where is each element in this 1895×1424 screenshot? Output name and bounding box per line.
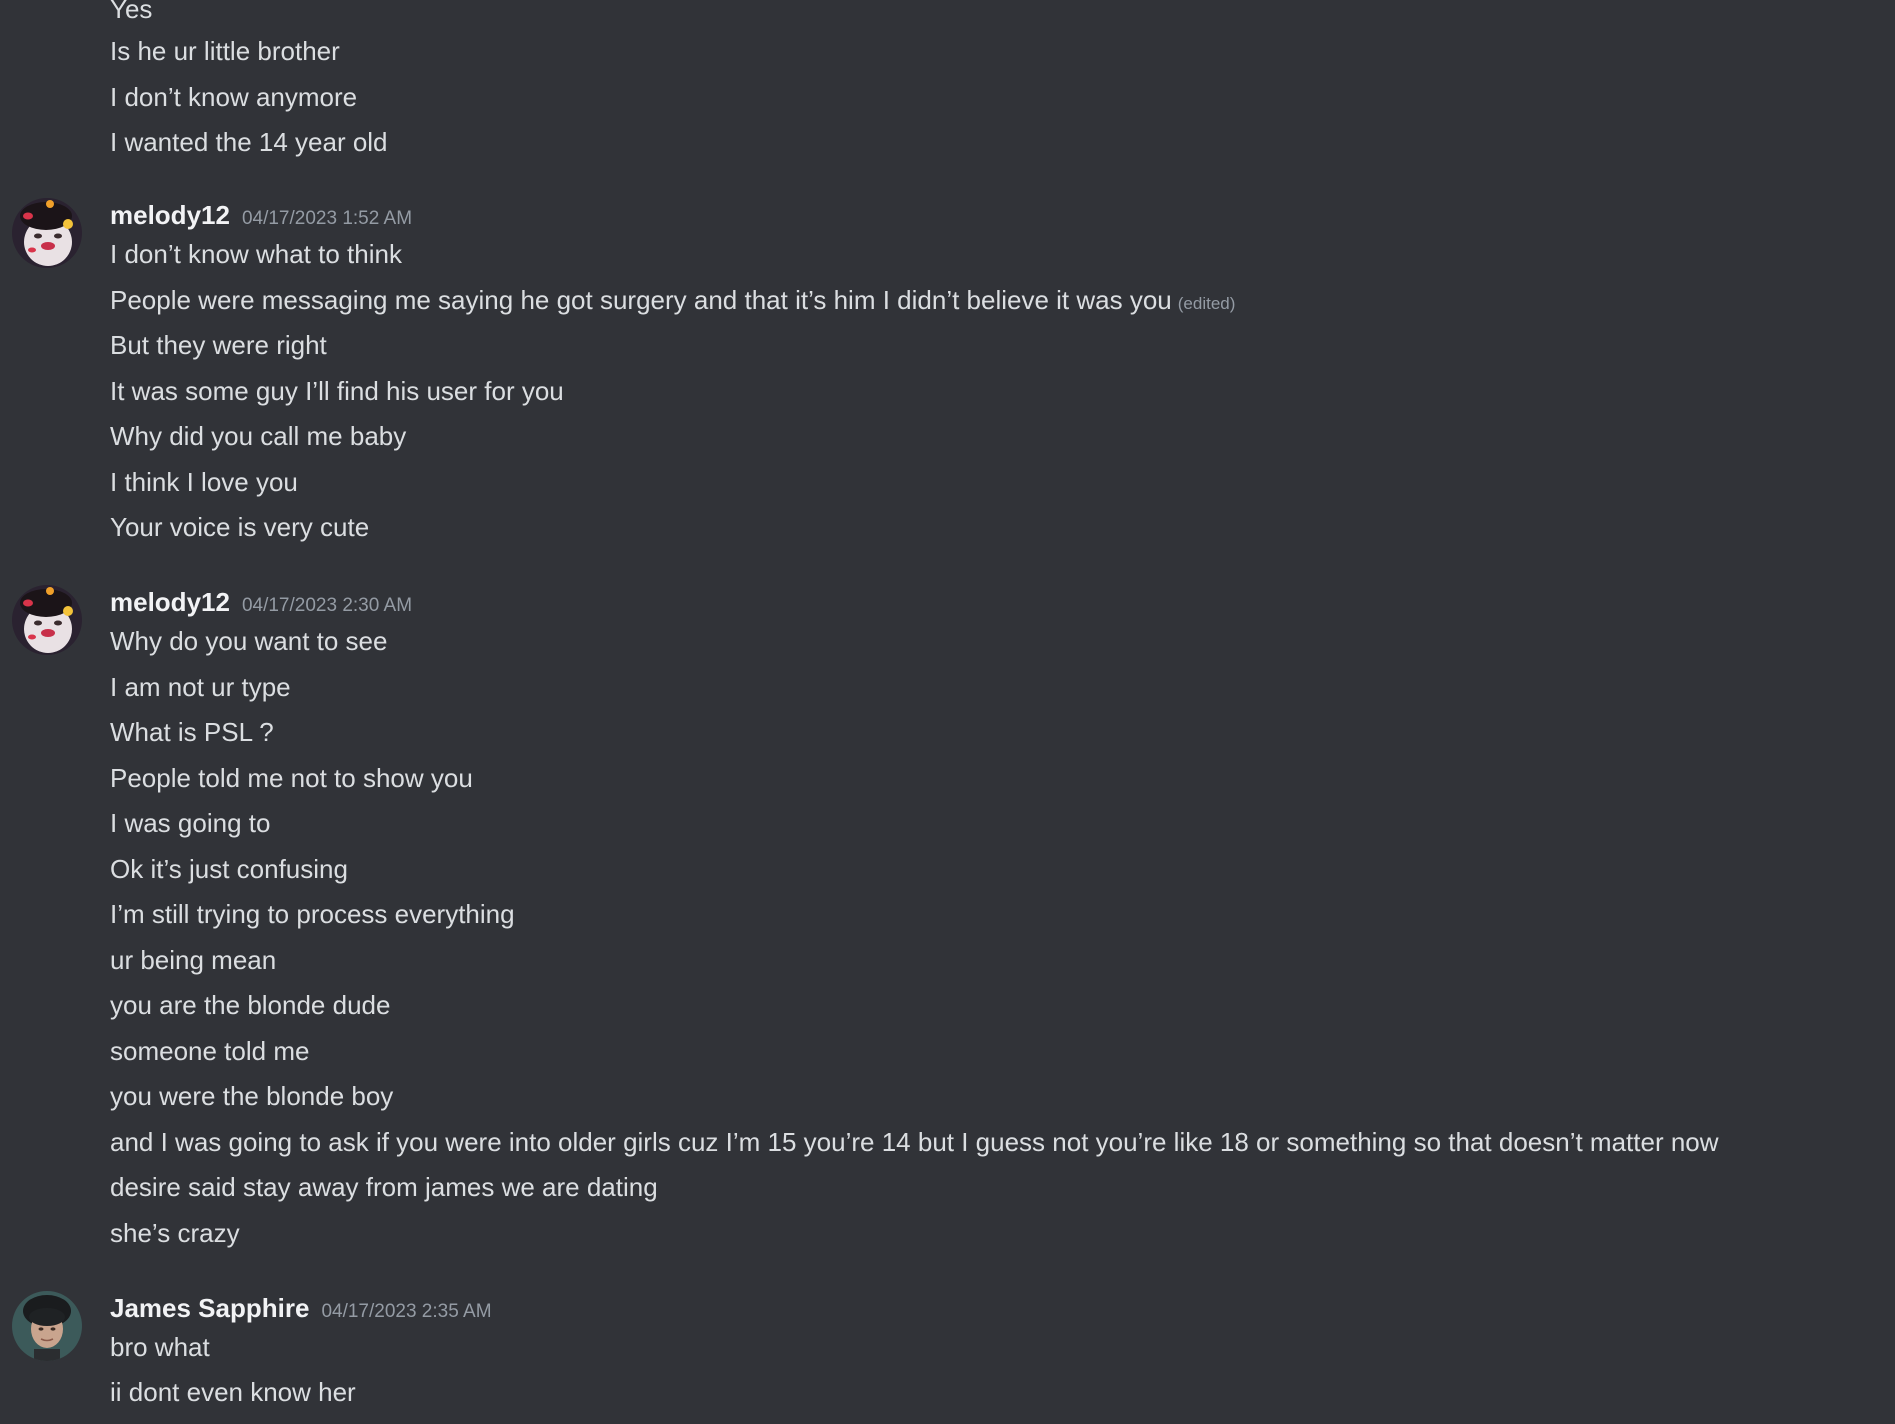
message-line: Why do you want to see: [110, 626, 388, 656]
message-line: bro what: [110, 1332, 210, 1362]
message-line: she’s crazy: [110, 1218, 240, 1248]
avatar[interactable]: [12, 198, 82, 268]
message-line: you are the blonde dude: [110, 990, 391, 1020]
message-line: I was going to: [110, 808, 271, 838]
message-header: James Sapphire 04/17/2023 2:35 AM: [110, 1291, 492, 1329]
chat-message-list: Yes Is he ur little brother I don’t know…: [0, 0, 1895, 1424]
message-line: I’m still trying to process everything: [110, 899, 515, 929]
message-line: I wanted the 14 year old: [110, 127, 388, 157]
message-line: What is PSL ?: [110, 717, 274, 747]
message-line: Your voice is very cute: [110, 512, 370, 542]
message-line: I don’t know what to think: [110, 239, 402, 269]
username[interactable]: melody12: [110, 587, 230, 617]
message-line: I am not ur type: [110, 672, 291, 702]
message-line: I don’t know anymore: [110, 82, 358, 112]
message-line: someone told me: [110, 1036, 310, 1066]
profile-picture-lips-stickers-icon: [12, 198, 82, 268]
message-line: ur being mean: [110, 945, 277, 975]
message-line: It was some guy I’ll find his user for y…: [110, 376, 564, 406]
message-line: desire said stay away from james we are …: [110, 1172, 658, 1202]
username[interactable]: James Sapphire: [110, 1293, 309, 1323]
message-line: ii dont even know her: [110, 1377, 356, 1407]
profile-picture-lips-stickers-icon: [12, 585, 82, 655]
avatar[interactable]: [12, 1291, 82, 1361]
message-line: But they were right: [110, 330, 327, 360]
edited-label: (edited): [1177, 294, 1236, 313]
message-line: Ok it’s just confusing: [110, 854, 348, 884]
username[interactable]: melody12: [110, 200, 230, 230]
message-header: melody12 04/17/2023 1:52 AM: [110, 198, 412, 236]
timestamp: 04/17/2023 2:30 AM: [241, 595, 413, 616]
message-line: Is he ur little brother: [110, 36, 340, 66]
message-line: People were messaging me saying he got s…: [110, 283, 1235, 321]
avatar[interactable]: [12, 585, 82, 655]
timestamp: 04/17/2023 1:52 AM: [241, 208, 413, 229]
message-line: People told me not to show you: [110, 763, 473, 793]
message-header: melody12 04/17/2023 2:30 AM: [110, 585, 412, 623]
message-line: I think I love you: [110, 467, 298, 497]
profile-picture-person-photo-icon: [12, 1291, 82, 1361]
message-line: Yes: [110, 0, 153, 24]
message-line: Why did you call me baby: [110, 421, 407, 451]
message-line: and I was going to ask if you were into …: [110, 1127, 1719, 1157]
message-text: People were messaging me saying he got s…: [110, 285, 1172, 315]
timestamp: 04/17/2023 2:35 AM: [321, 1301, 492, 1322]
message-line: you were the blonde boy: [110, 1081, 394, 1111]
